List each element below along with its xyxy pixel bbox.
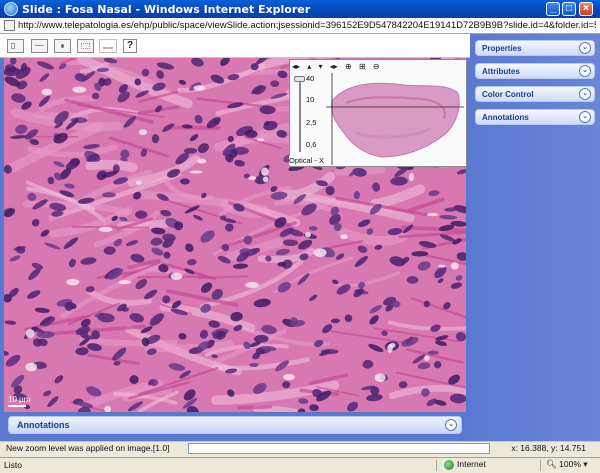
window-title-bar: Slide : Fosa Nasal - Windows Internet Ex… [0, 0, 600, 18]
cursor-coordinates: x: 16.388, y: 14.751 [511, 443, 586, 453]
zoom-slider[interactable]: 40 10 2,5 0,6 [292, 74, 322, 162]
zoom-fit-icon[interactable]: ⊞ [359, 62, 366, 71]
globe-icon [444, 459, 454, 470]
browser-status-bar: Listo Internet 🔍︎ 100% ▾ [0, 457, 600, 473]
zoom-slider-handle[interactable] [294, 76, 305, 82]
annotation-tool-button[interactable] [77, 39, 94, 53]
right-panel: Properties ⌄ Attributes ⌄ Color Control … [470, 34, 600, 441]
pan-down-icon[interactable]: ▾ [319, 62, 323, 71]
zoom-level-2-5: 2,5 [306, 118, 317, 127]
pan-up-icon[interactable]: ▴ [307, 62, 311, 71]
panel-properties[interactable]: Properties ⌄ [475, 40, 595, 56]
security-zone[interactable]: Internet [444, 459, 486, 470]
status-divider [540, 460, 541, 471]
chevron-down-icon[interactable]: ⌄ [445, 419, 457, 431]
browser-status-text: Listo [4, 460, 22, 470]
internet-explorer-icon [4, 2, 18, 16]
zoom-level-0-6: 0,6 [306, 140, 317, 149]
zoom-slider-track [299, 78, 301, 152]
overview-navigator[interactable]: ◂▸ ▴ ▾ ◂▸ ⊕ ⊞ ⊖ 40 10 2,5 0,6 Optical - … [289, 59, 467, 167]
scale-bar: 10 µm [8, 395, 30, 407]
security-zone-label: Internet [457, 459, 486, 469]
chevron-down-icon[interactable]: ⌄ [579, 65, 591, 77]
panel-properties-label: Properties [482, 44, 522, 53]
panel-attributes[interactable]: Attributes ⌄ [475, 63, 595, 79]
viewer-toolbar: ? [0, 34, 470, 58]
select-tool-button[interactable] [7, 39, 24, 53]
maximize-button[interactable]: □ [562, 2, 576, 16]
status-divider [436, 460, 437, 471]
page-icon [4, 20, 15, 31]
address-bar[interactable]: http://www.telepatologia.es/ehp/public/s… [0, 18, 600, 34]
annotations-bar[interactable]: Annotations ⌄ [8, 416, 462, 434]
pan-horizontal-icon[interactable]: ◂▸ [330, 62, 338, 71]
panel-color-control-label: Color Control [482, 90, 534, 99]
annotations-bar-label: Annotations [17, 420, 70, 430]
zoom-level-40: 40 [306, 74, 315, 83]
zoom-level-label: 100% [559, 459, 581, 469]
minimize-button[interactable]: _ [546, 2, 560, 16]
overview-thumbnail[interactable] [326, 73, 464, 165]
status-input-box [188, 443, 490, 454]
zoom-level-10: 10 [306, 95, 315, 104]
panel-annotations[interactable]: Annotations ⌄ [475, 109, 595, 125]
main-content: ? 10 µm ◂▸ ▴ ▾ ◂▸ ⊕ ⊞ ⊖ 40 10 2,5 0,6 Op… [0, 34, 600, 441]
scale-bar-line [8, 405, 26, 407]
app-status-bar: New zoom level was applied on image.[1.0… [0, 441, 600, 455]
region-tool-button[interactable] [54, 39, 71, 53]
help-button[interactable]: ? [123, 39, 137, 53]
status-message: New zoom level was applied on image.[1.0… [6, 443, 170, 453]
chevron-down-icon[interactable]: ⌄ [579, 42, 591, 54]
zoom-in-icon[interactable]: ⊕ [345, 62, 352, 71]
pan-left-right-icon[interactable]: ◂▸ [292, 62, 300, 71]
panel-attributes-label: Attributes [482, 67, 520, 76]
ruler-tool-button[interactable] [99, 39, 117, 53]
chevron-down-icon[interactable]: ⌄ [579, 88, 591, 100]
window-title: Slide : Fosa Nasal - Windows Internet Ex… [22, 3, 311, 16]
magnifier-icon: 🔍︎ [546, 459, 557, 469]
scale-bar-label: 10 µm [8, 395, 31, 404]
measure-tool-button[interactable] [31, 39, 48, 53]
overview-nav-controls: ◂▸ ▴ ▾ ◂▸ ⊕ ⊞ ⊖ [292, 62, 466, 73]
overview-optical-label: Optical - X [289, 156, 325, 165]
panel-annotations-label: Annotations [482, 113, 529, 122]
panel-color-control[interactable]: Color Control ⌄ [475, 86, 595, 102]
zoom-out-icon[interactable]: ⊖ [373, 62, 380, 71]
zoom-level-control[interactable]: 🔍︎ 100% ▾ [546, 459, 588, 470]
address-url[interactable]: http://www.telepatologia.es/ehp/public/s… [18, 20, 596, 31]
close-button[interactable]: × [579, 2, 593, 16]
chevron-down-icon[interactable]: ⌄ [579, 111, 591, 123]
